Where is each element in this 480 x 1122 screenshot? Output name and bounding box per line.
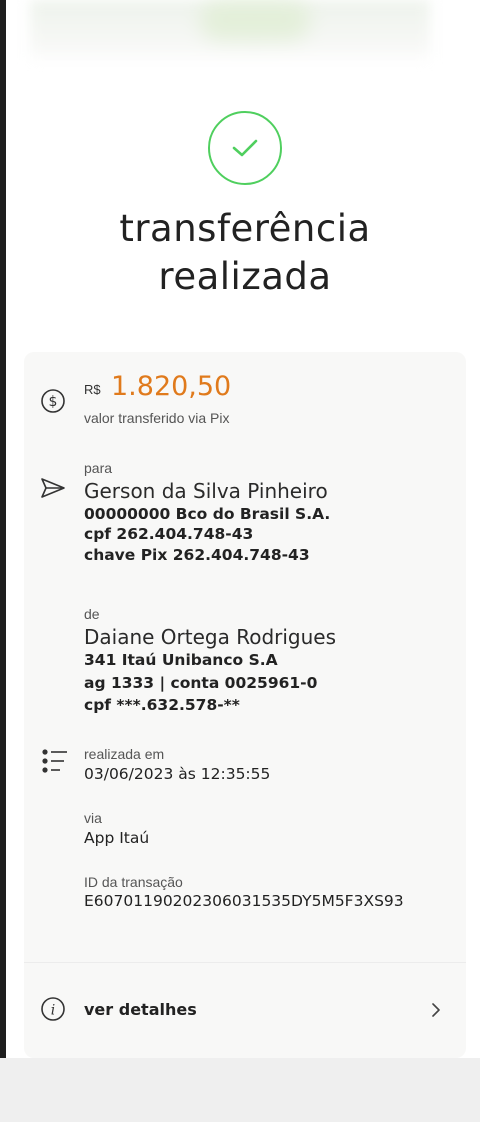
via-label: via xyxy=(84,810,102,826)
svg-text:i: i xyxy=(51,1003,55,1019)
list-icon xyxy=(40,748,68,779)
svg-text:$: $ xyxy=(49,394,58,410)
recipient-name: Gerson da Silva Pinheiro xyxy=(84,479,328,503)
title-line-2: realizada xyxy=(158,255,332,298)
date-label: realizada em xyxy=(84,746,165,762)
recipient-pix-key: chave Pix 262.404.748-43 xyxy=(84,546,310,564)
details-label: ver detalhes xyxy=(84,1000,197,1019)
sender-name: Daiane Ortega Rodrigues xyxy=(84,625,337,649)
screen-edge xyxy=(0,0,6,1122)
transaction-id-label: ID da transação xyxy=(84,874,183,890)
via-value: App Itaú xyxy=(84,829,150,847)
amount-currency: R$ xyxy=(84,382,101,397)
recipient-cpf: cpf 262.404.748-43 xyxy=(84,525,254,543)
amount-label: valor transferido via Pix xyxy=(84,410,230,426)
recipient-label: para xyxy=(84,460,113,476)
dollar-circle-icon: $ xyxy=(40,388,66,419)
sender-cpf: cpf ***.632.578-** xyxy=(84,696,240,714)
sender-account: ag 1333 | conta 0025961-0 xyxy=(84,674,318,692)
bottom-area xyxy=(0,1058,480,1122)
sender-bank: 341 Itaú Unibanco S.A xyxy=(84,651,278,669)
details-button[interactable]: i ver detalhes xyxy=(24,986,466,1034)
amount-value: 1.820,50 xyxy=(111,371,232,402)
transaction-id-value: E60701190202306031535DY5M5F3XS93 xyxy=(84,892,404,910)
chevron-right-icon xyxy=(430,1001,442,1024)
page-title: transferência realizada xyxy=(0,205,480,301)
blurred-header xyxy=(30,0,430,64)
send-icon xyxy=(40,477,66,504)
success-check-icon xyxy=(208,111,282,185)
date-value: 03/06/2023 às 12:35:55 xyxy=(84,765,271,783)
info-icon: i xyxy=(40,996,66,1027)
sender-label: de xyxy=(84,606,100,622)
divider xyxy=(24,962,466,963)
title-line-1: transferência xyxy=(119,207,371,250)
recipient-bank: 00000000 Bco do Brasil S.A. xyxy=(84,505,331,523)
